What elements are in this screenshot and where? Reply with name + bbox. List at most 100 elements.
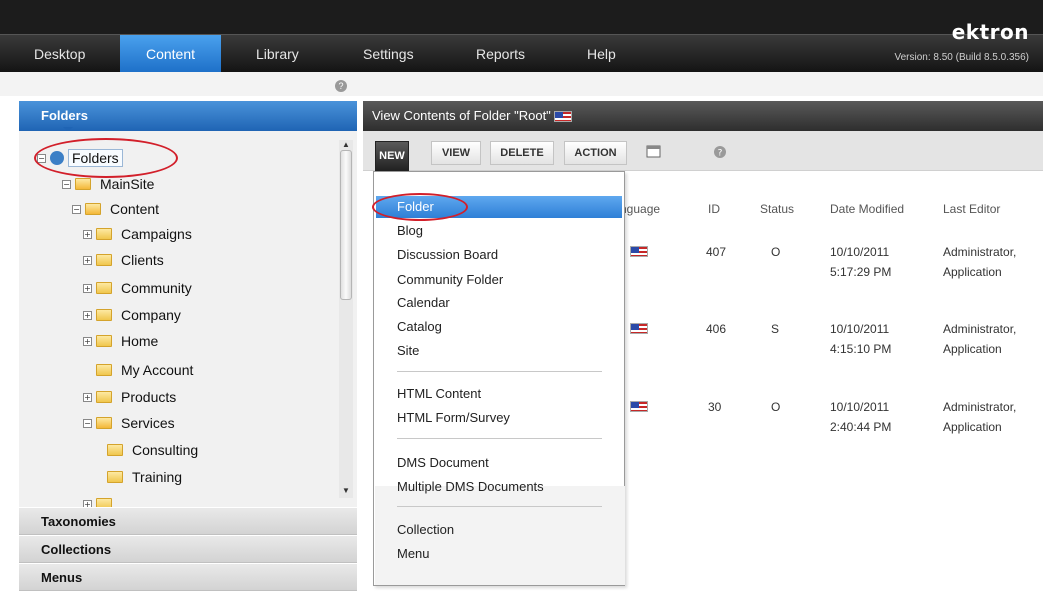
col-last-editor[interactable]: Last Editor [943, 202, 1000, 216]
view-button[interactable]: VIEW [431, 141, 481, 165]
help-icon[interactable]: ? [335, 80, 347, 92]
tree-item-community[interactable]: + Community [83, 275, 192, 301]
us-flag-icon [554, 111, 573, 123]
tree-item-label: Content [110, 201, 160, 217]
menu-item-html-form-survey[interactable]: HTML Form/Survey [397, 410, 510, 425]
new-dropdown-menu: Folder Blog Discussion Board Community F… [373, 171, 625, 586]
tree-item-label: Campaigns [121, 226, 192, 242]
menu-item-multiple-dms-documents[interactable]: Multiple DMS Documents [397, 479, 544, 494]
cell-date: 10/10/2011 [830, 245, 890, 259]
collapse-icon[interactable]: − [72, 204, 81, 214]
collapse-icon[interactable]: − [62, 179, 71, 189]
nav-library[interactable]: Library [256, 35, 299, 73]
separator-bar [0, 72, 1043, 96]
cell-editor: Administrator, [943, 245, 1017, 259]
tree-item-consulting[interactable]: Consulting [107, 437, 198, 463]
us-flag-icon [630, 246, 648, 257]
folder-icon [107, 471, 123, 483]
nav-settings[interactable]: Settings [363, 35, 414, 73]
folder-icon [96, 282, 112, 294]
col-language[interactable]: nguage [620, 202, 660, 216]
tree-item-label: My Account [121, 362, 194, 378]
new-button[interactable]: NEW [375, 141, 409, 171]
menu-item-blog[interactable]: Blog [397, 223, 423, 238]
expand-icon: + [83, 499, 92, 507]
version-label: Version: 8.50 (Build 8.5.0.356) [894, 52, 1029, 63]
section-collections[interactable]: Collections [19, 535, 357, 563]
tree-item-home[interactable]: + Home [83, 328, 158, 354]
cell-date: 10/10/2011 [830, 400, 890, 414]
content-toolbar: NEW VIEW DELETE ACTION ? [363, 131, 1043, 171]
folder-open-icon [75, 178, 91, 190]
col-status[interactable]: Status [760, 202, 794, 216]
menu-item-dms-document[interactable]: DMS Document [397, 455, 489, 470]
expand-icon[interactable]: + [83, 310, 92, 320]
menu-item-site[interactable]: Site [397, 343, 419, 358]
tree-item-my-account[interactable]: My Account [96, 357, 193, 383]
folder-open-icon [85, 203, 101, 215]
tree-item-services[interactable]: − Services [83, 410, 175, 436]
tree-item-label: Consulting [132, 442, 199, 458]
nav-help[interactable]: Help [587, 35, 616, 73]
cell-editor-line2: Application [943, 420, 1002, 434]
section-taxonomies[interactable]: Taxonomies [19, 507, 357, 535]
tree-item-content[interactable]: − Content [72, 196, 159, 222]
scroll-down-icon[interactable]: ▼ [342, 486, 350, 495]
delete-button[interactable]: DELETE [490, 141, 554, 165]
tree-item-company[interactable]: + Company [83, 302, 181, 328]
menu-item-catalog[interactable]: Catalog [397, 319, 442, 334]
nav-content[interactable]: Content [120, 35, 221, 73]
tree-item-label: Community [121, 280, 192, 296]
tree-item-label: Company [121, 307, 181, 323]
cell-status: O [771, 245, 781, 259]
expand-icon[interactable]: + [83, 229, 92, 239]
folder-icon [96, 228, 112, 240]
top-bar [0, 0, 1043, 34]
action-button[interactable]: ACTION [564, 141, 627, 165]
folder-tree: − Folders − MainSite − Content + Campaig… [19, 131, 357, 507]
menu-item-menu[interactable]: Menu [397, 546, 430, 561]
us-flag-icon [630, 323, 648, 334]
menu-separator [397, 438, 602, 439]
tree-item-clients[interactable]: + Clients [83, 247, 164, 273]
section-menus[interactable]: Menus [19, 563, 357, 591]
us-flag-icon [630, 401, 648, 412]
cell-id: 30 [708, 400, 722, 414]
menu-item-calendar[interactable]: Calendar [397, 295, 450, 310]
tree-item-label: Products [121, 389, 177, 405]
tree-item-campaigns[interactable]: + Campaigns [83, 221, 192, 247]
nav-reports[interactable]: Reports [476, 35, 525, 73]
scroll-up-icon[interactable]: ▲ [342, 140, 350, 149]
cell-status: O [771, 400, 781, 414]
cell-editor: Administrator, [943, 322, 1017, 336]
folder-icon [96, 254, 112, 266]
expand-icon[interactable]: + [83, 283, 92, 293]
menu-item-collection[interactable]: Collection [397, 522, 454, 537]
tree-scrollbar[interactable]: ▲ ▼ [339, 140, 353, 498]
tree-item-label: Training [132, 469, 183, 485]
folder-icon [96, 498, 112, 507]
folder-icon [96, 335, 112, 347]
col-date-modified[interactable]: Date Modified [830, 202, 904, 216]
help-icon[interactable]: ? [713, 145, 727, 162]
menu-item-discussion-board[interactable]: Discussion Board [397, 247, 498, 262]
folder-open-icon [96, 417, 112, 429]
cell-status: S [771, 322, 780, 336]
nav-desktop[interactable]: Desktop [34, 35, 85, 73]
main-nav: Desktop Content Library Settings Reports… [0, 34, 1043, 73]
menu-item-community-folder[interactable]: Community Folder [397, 272, 503, 287]
folders-panel-header[interactable]: Folders [19, 101, 357, 132]
window-icon[interactable] [646, 145, 662, 162]
col-id[interactable]: ID [708, 202, 720, 216]
collapse-icon[interactable]: − [83, 418, 92, 428]
expand-icon[interactable]: + [83, 255, 92, 265]
tree-item-products[interactable]: + Products [83, 384, 176, 410]
expand-icon[interactable]: + [83, 336, 92, 346]
expand-icon[interactable]: + [83, 392, 92, 402]
scroll-thumb[interactable] [340, 150, 352, 300]
cell-editor-line2: Application [943, 342, 1002, 356]
folder-icon [96, 309, 112, 321]
menu-item-html-content[interactable]: HTML Content [397, 386, 481, 401]
folders-panel-title: Folders [41, 108, 88, 123]
tree-item-training[interactable]: Training [107, 464, 182, 490]
